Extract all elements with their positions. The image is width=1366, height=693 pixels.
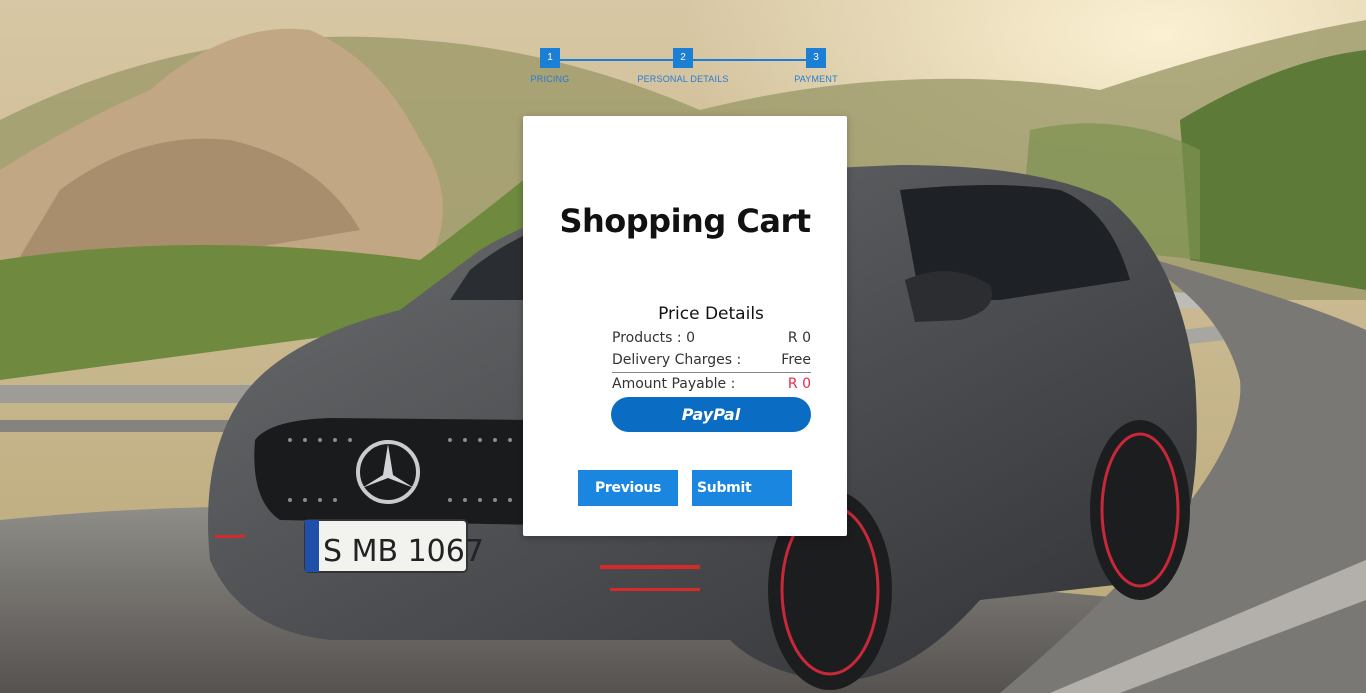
license-plate-text: S MB 1067 (323, 534, 484, 569)
step-connector-line (693, 59, 816, 61)
submit-button[interactable]: Submit (692, 470, 792, 506)
amount-row: Amount Payable : R 0 (612, 376, 811, 396)
step-1-indicator: 1 (540, 48, 560, 68)
step-1-label: PRICING (530, 74, 570, 84)
progress-stepper: 1 2 3 PRICING PERSONAL DETAILS PAYMENT (530, 48, 840, 88)
products-label: Products : 0 (612, 330, 695, 346)
step-2-indicator: 2 (673, 48, 693, 68)
products-value: R 0 (787, 330, 811, 346)
previous-button[interactable]: Previous (578, 470, 678, 506)
step-3-label: PAYMENT (794, 74, 838, 84)
paypal-button[interactable]: PayPal (611, 397, 811, 432)
delivery-label: Delivery Charges : (612, 352, 742, 368)
delivery-row: Delivery Charges : Free (612, 352, 811, 372)
price-details-heading: Price Details (658, 304, 764, 324)
amount-label: Amount Payable : (612, 376, 736, 392)
delivery-value: Free (781, 352, 811, 368)
shopping-cart-card: Shopping Cart Price Details Products : 0… (523, 116, 847, 536)
step-connector-line (550, 59, 673, 61)
amount-value: R 0 (787, 376, 811, 392)
products-row: Products : 0 R 0 (612, 330, 811, 350)
step-2-label: PERSONAL DETAILS (637, 74, 729, 84)
divider (612, 372, 811, 373)
page-title: Shopping Cart (559, 202, 811, 240)
step-3-indicator: 3 (806, 48, 826, 68)
